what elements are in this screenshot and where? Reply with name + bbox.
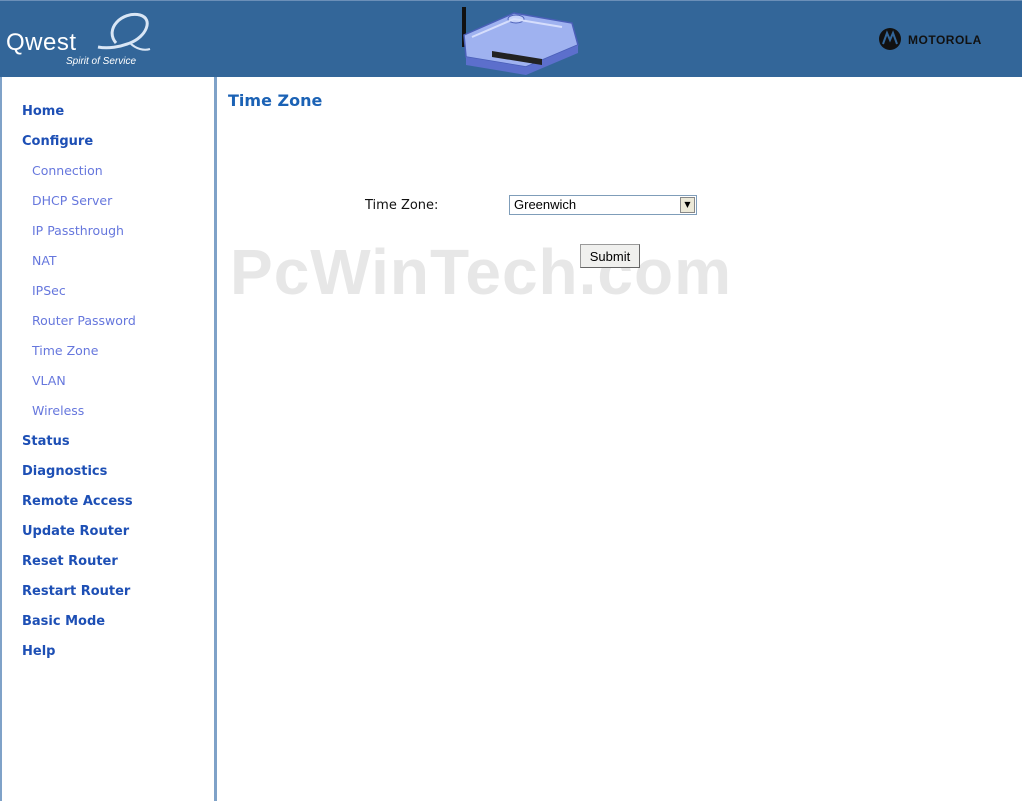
sidebar-link-diagnostics[interactable]: Diagnostics	[22, 464, 107, 479]
sidebar-link-reset-router[interactable]: Reset Router	[22, 554, 118, 569]
qwest-wordmark: Qwest	[6, 29, 77, 56]
sidebar-link-nat[interactable]: NAT	[32, 253, 57, 268]
sidebar-item-dhcp-server: DHCP Server	[2, 185, 136, 215]
sidebar-item-time-zone: Time Zone	[2, 335, 136, 365]
sidebar-link-restart-router[interactable]: Restart Router	[22, 584, 130, 599]
sidebar-item-vlan: VLAN	[2, 365, 136, 395]
sidebar-link-ipsec[interactable]: IPSec	[32, 283, 66, 298]
motorola-wordmark: MOTOROLA	[908, 33, 982, 47]
watermark-text: PcWinTech.com	[230, 236, 732, 308]
timezone-selected-value: Greenwich	[514, 197, 577, 212]
sidebar-item-ip-passthrough: IP Passthrough	[2, 215, 136, 245]
sidebar-item-reset-router: Reset Router	[2, 545, 136, 575]
sidebar-item-router-password: Router Password	[2, 305, 136, 335]
sidebar-link-basic-mode[interactable]: Basic Mode	[22, 614, 105, 629]
sidebar-link-dhcp-server[interactable]: DHCP Server	[32, 193, 112, 208]
sidebar-link-wireless[interactable]: Wireless	[32, 403, 84, 418]
sidebar-item-home: Home	[2, 95, 136, 125]
sidebar-item-update-router: Update Router	[2, 515, 136, 545]
sidebar-link-home[interactable]: Home	[22, 104, 64, 119]
submit-button[interactable]: Submit	[580, 244, 640, 268]
sidebar-nav: Home Configure Connection DHCP Server IP Pas…	[0, 77, 217, 801]
timezone-label: Time Zone:	[365, 198, 439, 213]
sidebar-link-configure[interactable]: Configure	[22, 134, 93, 149]
sidebar-link-ip-passthrough[interactable]: IP Passthrough	[32, 223, 124, 238]
page-title: Time Zone	[228, 91, 323, 110]
router-image	[462, 7, 579, 75]
sidebar-link-help[interactable]: Help	[22, 644, 55, 659]
qwest-logo: Qwest Spirit of Service	[4, 9, 154, 71]
sidebar-link-time-zone[interactable]: Time Zone	[32, 343, 98, 358]
sidebar-item-help: Help	[2, 635, 136, 665]
sidebar-item-status: Status	[2, 425, 136, 455]
sidebar-item-wireless: Wireless	[2, 395, 136, 425]
sidebar-item-ipsec: IPSec	[2, 275, 136, 305]
sidebar-link-remote-access[interactable]: Remote Access	[22, 494, 133, 509]
nav-list: Home Configure Connection DHCP Server IP Pas…	[2, 95, 136, 665]
sidebar-item-restart-router: Restart Router	[2, 575, 136, 605]
sidebar-item-configure: Configure	[2, 125, 136, 155]
sidebar-item-basic-mode: Basic Mode	[2, 605, 136, 635]
timezone-select[interactable]: Greenwich ▼	[509, 195, 697, 215]
sidebar-item-diagnostics: Diagnostics	[2, 455, 136, 485]
qwest-tagline: Spirit of Service	[66, 56, 137, 67]
motorola-batwing-icon	[879, 28, 901, 50]
sidebar-link-connection[interactable]: Connection	[32, 163, 103, 178]
sidebar-item-connection: Connection	[2, 155, 136, 185]
sidebar-item-nat: NAT	[2, 245, 136, 275]
sidebar-link-vlan[interactable]: VLAN	[32, 373, 66, 388]
sidebar-link-status[interactable]: Status	[22, 434, 70, 449]
dropdown-arrow-icon[interactable]: ▼	[680, 197, 695, 213]
main-content: Time Zone PcWinTech.com Time Zone: Green…	[220, 77, 1022, 801]
header-banner: Qwest Spirit of Service MOTOROLA	[0, 0, 1022, 77]
sidebar-link-router-password[interactable]: Router Password	[32, 313, 136, 328]
sidebar-link-update-router[interactable]: Update Router	[22, 524, 129, 539]
sidebar-item-remote-access: Remote Access	[2, 485, 136, 515]
